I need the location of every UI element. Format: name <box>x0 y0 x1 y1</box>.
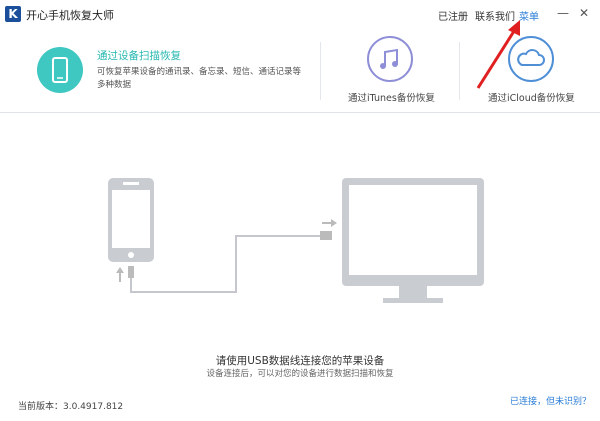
music-note-icon <box>380 48 398 69</box>
app-title: 开心手机恢复大师 <box>26 9 114 22</box>
connection-illustration <box>108 178 484 303</box>
annotation-arrow <box>476 20 520 89</box>
connected-not-recognized-link[interactable]: 已连接，但未识别？ <box>510 394 591 407</box>
app-logo: K <box>5 6 21 22</box>
itunes-backup-label[interactable]: 通过iTunes备份恢复 <box>348 90 435 104</box>
minimize-button[interactable]: — <box>556 6 570 20</box>
register-link[interactable]: 已注册 <box>438 8 468 23</box>
connect-subinstruction: 设备连接后，可以对您的设备进行数据扫描和恢复 <box>206 369 394 379</box>
divider <box>320 42 321 100</box>
connect-instruction: 请使用USB数据线连接您的苹果设备 <box>215 355 385 367</box>
phone-icon <box>52 57 68 83</box>
version-text: 当前版本：3.0.4917.812 <box>18 402 124 412</box>
device-scan-description: 可恢复苹果设备的通讯录、备忘录、短信、通话记录等多种数据 <box>97 67 302 90</box>
close-button[interactable]: ✕ <box>577 6 591 20</box>
itunes-backup-option[interactable] <box>367 36 413 82</box>
device-scan-title[interactable]: 通过设备扫描恢复 <box>97 48 181 63</box>
device-scan-option[interactable] <box>37 47 83 93</box>
divider <box>459 42 460 100</box>
